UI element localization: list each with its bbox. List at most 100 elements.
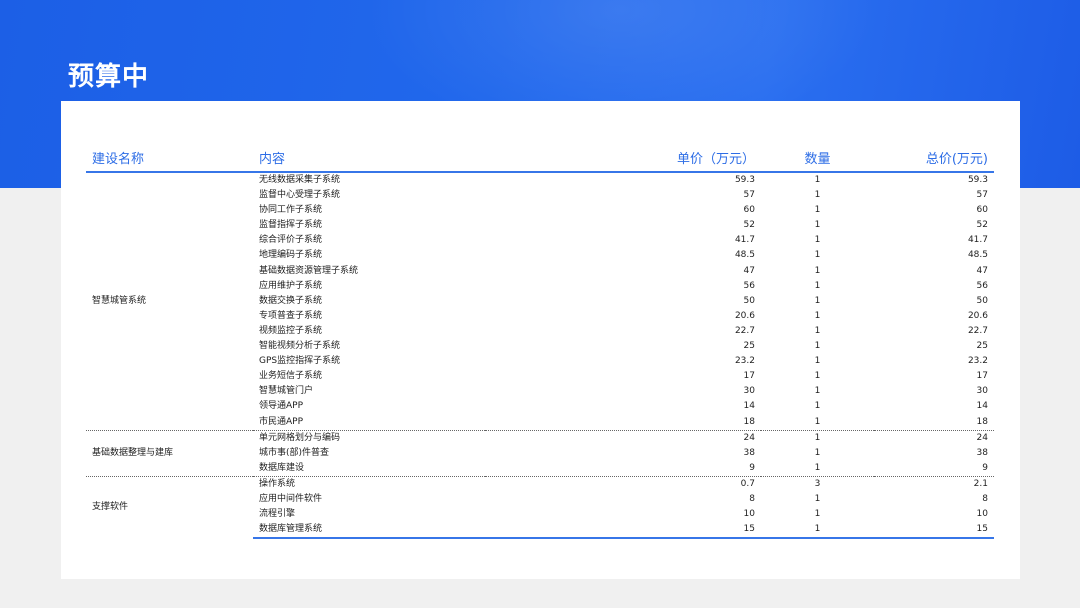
quantity-cell: 1 xyxy=(814,250,821,261)
total-price-cell: 9 xyxy=(982,462,988,473)
content-cell: GPS监控指挥子系统 xyxy=(259,356,341,367)
total-price-cell: 41.7 xyxy=(967,235,988,246)
quantity-cell: 1 xyxy=(761,522,874,540)
unit-price-cell: 30 xyxy=(743,386,755,397)
table-header-row: 建设名称 内容 单价（万元） 数量 总价(万元) xyxy=(86,144,994,173)
quantity-cell: 1 xyxy=(761,429,874,446)
quantity-cell: 1 xyxy=(814,265,821,276)
total-price-cell: 14 xyxy=(976,401,988,412)
header-total-price: 总价(万元) xyxy=(874,144,994,173)
unit-price-cell: 10 xyxy=(743,509,755,520)
content-cell: 视频监控子系统 xyxy=(259,325,323,336)
unit-price-cell: 57 xyxy=(743,190,755,201)
table-row: 支撑软件 操作系统 0.7 3 2.1 xyxy=(86,475,994,539)
header-content: 内容 xyxy=(253,144,485,173)
unit-price-cell: 8 xyxy=(749,493,755,504)
unit-price-cell: 48.5 xyxy=(734,250,755,261)
unit-price-cell: 47 xyxy=(743,265,755,276)
total-price-cell: 15 xyxy=(874,522,994,540)
unit-price-cell: 22.7 xyxy=(734,325,755,336)
total-price-cell: 23.2 xyxy=(967,356,988,367)
content-cell: 智能视频分析子系统 xyxy=(259,341,341,352)
total-price-cell: 48.5 xyxy=(967,250,988,261)
table-row: 基础数据整理与建库 单元网格划分与编码 24 1 24 xyxy=(86,429,994,477)
budget-table: 建设名称 内容 单价（万元） 数量 总价(万元) 智慧城管系统 无线数据采集子系统… xyxy=(86,144,994,540)
quantity-cell: 1 xyxy=(814,371,821,382)
quantity-cell: 1 xyxy=(814,175,821,185)
content-cell: 综合评价子系统 xyxy=(259,235,323,246)
table-body: 智慧城管系统 无线数据采集子系统 59.3 1 59.3 监督中心受理子系统 57 1 57 协同… xyxy=(86,172,994,540)
total-price-cell: 38 xyxy=(976,447,988,458)
content-cell: 数据库建设 xyxy=(259,462,305,473)
content-cell: 地理编码子系统 xyxy=(259,250,323,261)
quantity-cell: 1 xyxy=(814,447,821,458)
unit-price-cell: 14 xyxy=(743,401,755,412)
unit-price-cell: 9 xyxy=(749,462,755,473)
quantity-cell: 1 xyxy=(814,341,821,352)
content-cell: 无线数据采集子系统 xyxy=(259,175,341,185)
content-cell: 智慧城管门户 xyxy=(259,386,314,397)
total-price-cell: 52 xyxy=(976,220,988,231)
quantity-cell: 1 xyxy=(814,401,821,412)
unit-price-cell: 0.7 xyxy=(485,475,761,492)
unit-price-cell: 23.2 xyxy=(734,356,755,367)
unit-price-cell: 60 xyxy=(743,205,755,216)
total-price-cell: 47 xyxy=(976,265,988,276)
quantity-cell: 1 xyxy=(814,493,821,504)
total-price-cell: 2.1 xyxy=(874,475,994,492)
total-price-cell: 10 xyxy=(976,509,988,520)
quantity-cell: 3 xyxy=(761,475,874,492)
unit-price-cell: 24 xyxy=(485,429,761,446)
quantity-cell: 1 xyxy=(814,220,821,231)
total-price-cell: 20.6 xyxy=(967,310,988,321)
unit-price-cell: 56 xyxy=(743,280,755,291)
total-price-cell: 30 xyxy=(976,386,988,397)
quantity-cell: 1 xyxy=(814,356,821,367)
header-name: 建设名称 xyxy=(86,144,253,173)
unit-price-cell: 17 xyxy=(743,371,755,382)
quantity-cell: 1 xyxy=(814,205,821,216)
quantity-cell: 1 xyxy=(814,280,821,291)
total-price-cell: 60 xyxy=(976,205,988,216)
group-name-cell: 支撑软件 xyxy=(86,475,253,539)
content-cell: 操作系统 xyxy=(253,475,485,492)
unit-price-cell: 18 xyxy=(743,416,755,427)
unit-price-cell: 25 xyxy=(743,341,755,352)
content-cell: 应用维护子系统 xyxy=(259,280,323,291)
total-price-cell: 22.7 xyxy=(967,325,988,336)
content-cell: 应用中间件软件 xyxy=(259,493,323,504)
content-cell: 数据库管理系统 xyxy=(253,522,485,540)
content-cell: 单元网格划分与编码 xyxy=(253,429,485,446)
total-price-cell: 25 xyxy=(976,341,988,352)
group-name-cell: 智慧城管系统 xyxy=(92,295,147,306)
unit-price-cell: 59.3 xyxy=(734,175,755,185)
header-unit-price: 单价（万元） xyxy=(485,144,761,173)
content-cell: 流程引擎 xyxy=(259,509,296,520)
group-name-cell: 基础数据整理与建库 xyxy=(86,429,253,477)
content-cell: 数据交换子系统 xyxy=(259,295,323,306)
unit-price-cell: 52 xyxy=(743,220,755,231)
content-cell: 城市事(部)件普查 xyxy=(259,447,330,458)
total-price-cell: 18 xyxy=(976,416,988,427)
quantity-cell: 1 xyxy=(814,310,821,321)
header-quantity: 数量 xyxy=(761,144,874,173)
content-cell: 业务短信子系统 xyxy=(259,371,323,382)
unit-price-cell: 20.6 xyxy=(734,310,755,321)
quantity-cell: 1 xyxy=(814,462,821,473)
content-cell: 监督中心受理子系统 xyxy=(259,190,341,201)
quantity-cell: 1 xyxy=(814,386,821,397)
total-price-cell: 59.3 xyxy=(967,175,988,185)
content-cell: 领导通APP xyxy=(259,401,304,412)
quantity-cell: 1 xyxy=(814,416,821,427)
table-row: 智慧城管系统 无线数据采集子系统 59.3 1 59.3 xyxy=(86,172,994,306)
content-cell: 专项普查子系统 xyxy=(259,310,323,321)
quantity-cell: 1 xyxy=(814,190,821,201)
unit-price-cell: 50 xyxy=(743,295,755,306)
quantity-cell: 1 xyxy=(814,325,821,336)
total-price-cell: 8 xyxy=(982,493,988,504)
content-cell: 基础数据资源管理子系统 xyxy=(259,265,359,276)
total-price-cell: 50 xyxy=(976,295,988,306)
quantity-cell: 1 xyxy=(814,509,821,520)
content-cell: 协同工作子系统 xyxy=(259,205,323,216)
page-title: 预算中 xyxy=(68,62,150,92)
